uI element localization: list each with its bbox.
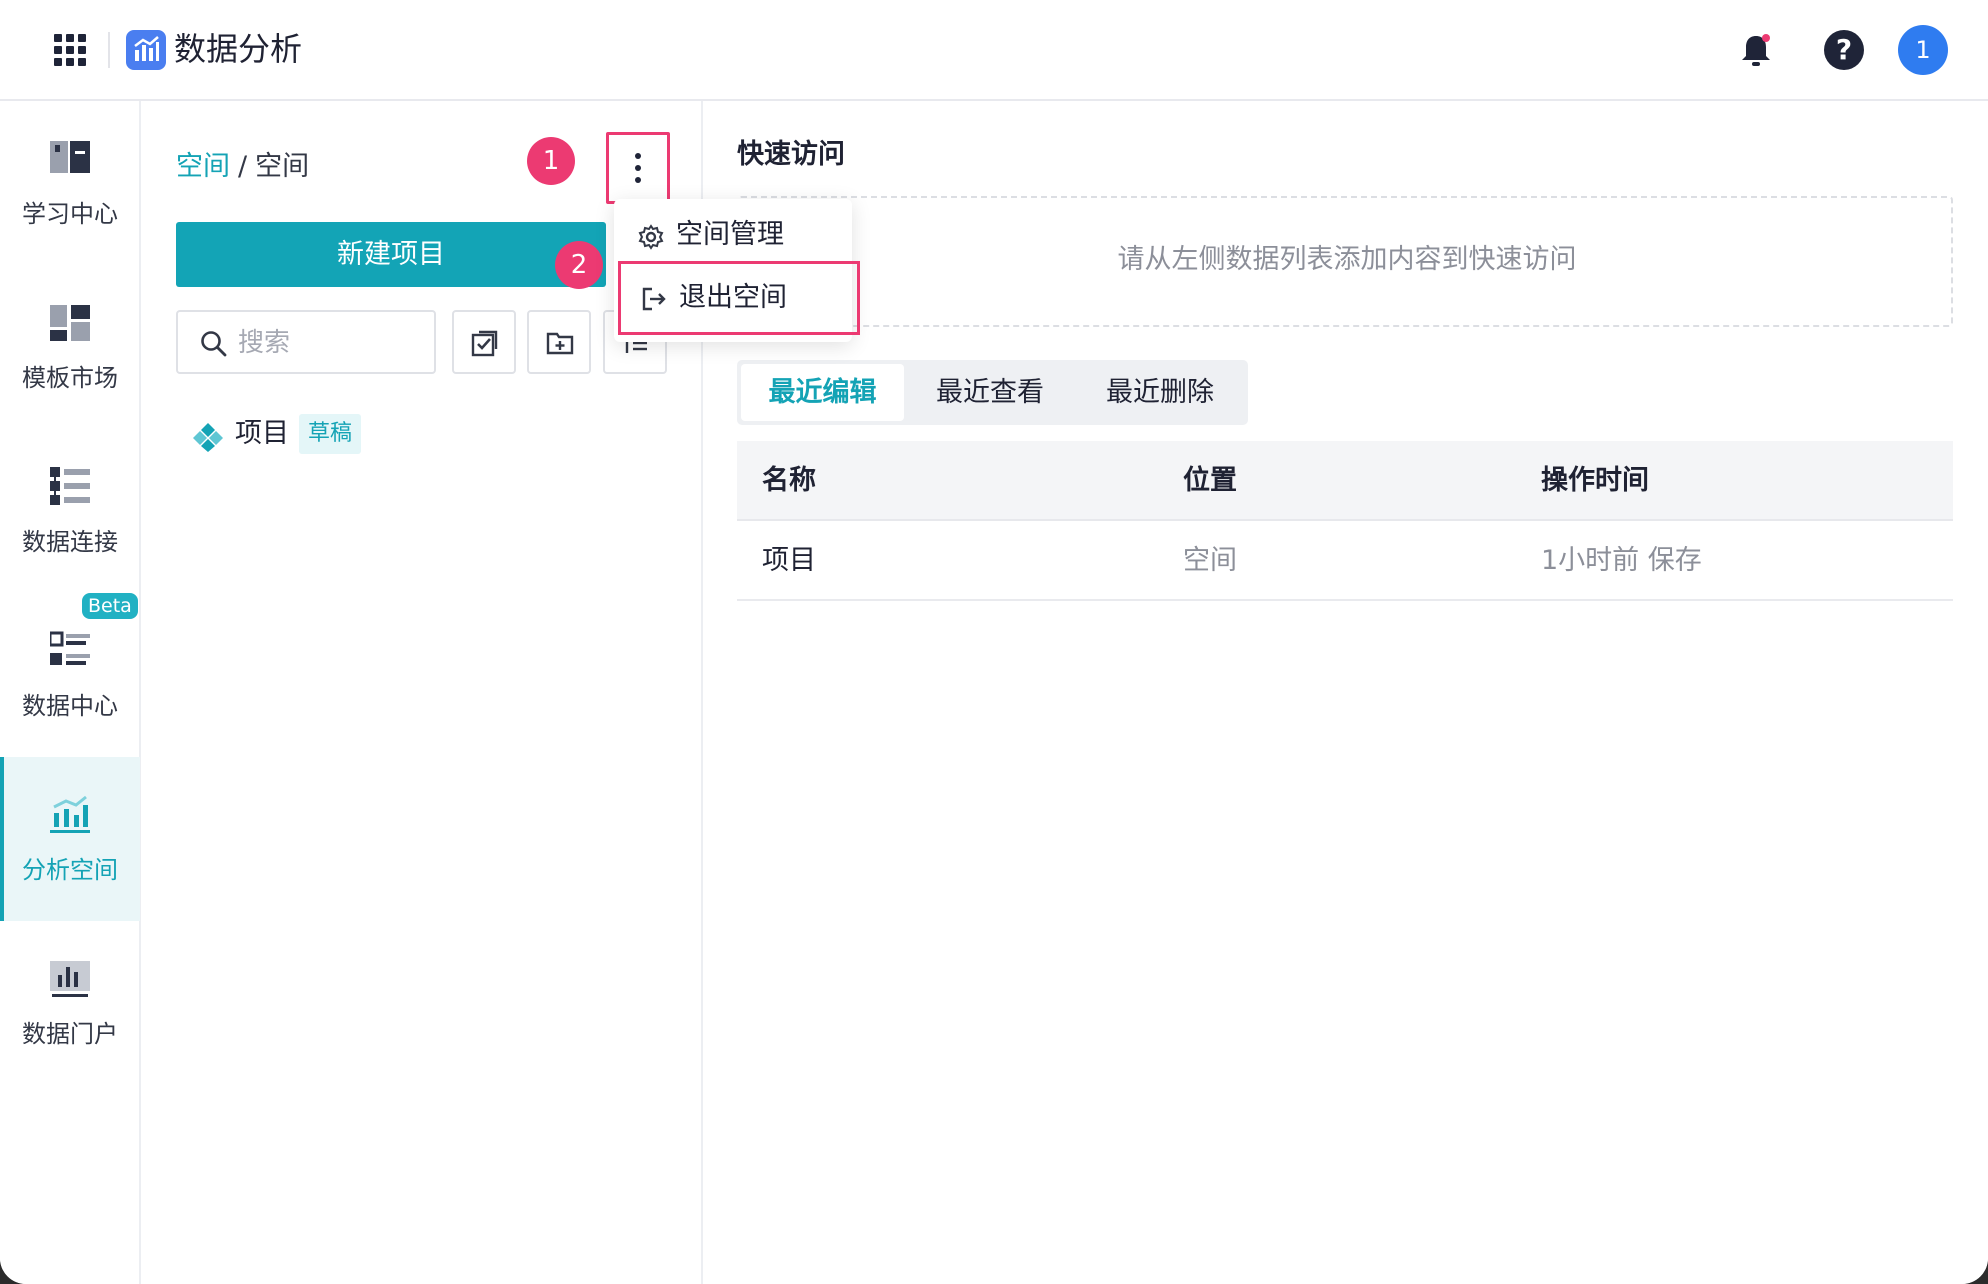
step-badge-1: 1 [527,137,575,185]
nav-item-learning-center[interactable]: 学习中心 [0,101,140,265]
tab-recent-edit[interactable]: 最近编辑 [741,364,904,421]
cell-name: 项目 [762,545,816,576]
cell-location: 空间 [1183,545,1237,576]
breadcrumb-current: 空间 [255,151,310,182]
main-content: 快速访问 请从左侧数据列表添加内容到快速访问 最近编辑 最近查看 最近删除 名称… [703,101,1988,1284]
column-header-location: 位置 [1183,465,1237,496]
question-icon[interactable]: ? [1824,30,1864,70]
recent-table: 名称 位置 操作时间 项目 空间 1小时前 保存 [737,441,1953,601]
data-center-icon [50,631,90,665]
data-connect-icon [50,467,90,505]
beta-badge: Beta [82,593,138,619]
new-project-button[interactable]: 新建项目 [176,222,606,287]
quick-access-dropzone: 请从左侧数据列表添加内容到快速访问 [737,196,1953,327]
recent-tabs: 最近编辑 最近查看 最近删除 [737,360,1248,425]
column-header-time: 操作时间 [1541,465,1649,496]
breadcrumb-separator: / [238,151,248,182]
template-icon [50,305,90,341]
avatar[interactable]: 1 [1898,25,1948,75]
grid-icon[interactable] [54,34,86,66]
top-bar: 数据分析 ? 1 [0,0,1988,101]
table-row[interactable]: 项目 空间 1小时前 保存 [737,521,1953,601]
checkbox-icon [471,330,498,357]
nav-item-data-center[interactable]: Beta 数据中心 [0,593,140,757]
more-options-menu: 空间管理 退出空间 [614,199,860,342]
nav-item-template-market[interactable]: 模板市场 [0,265,140,429]
project-icon [193,423,223,452]
nav-label: 分析空间 [22,856,118,884]
cell-time: 1小时前 保存 [1541,545,1702,576]
step-badge-2: 2 [555,241,603,289]
app-title: 数据分析 [174,30,303,68]
search-box[interactable] [176,310,436,374]
tree-item-label: 项目 [235,418,289,449]
nav-label: 数据连接 [22,528,118,556]
menu-item-label: 空间管理 [676,219,784,250]
search-icon [201,331,227,357]
book-icon [50,141,90,173]
breadcrumb: 空间 / 空间 [176,149,309,185]
breadcrumb-link[interactable]: 空间 [176,151,230,182]
search-input[interactable] [238,322,428,364]
portal-icon [50,961,90,997]
nav-label: 数据中心 [22,692,118,720]
nav-label: 模板市场 [22,364,118,392]
nav-label: 数据门户 [22,1020,118,1048]
quick-access-hint: 请从左侧数据列表添加内容到快速访问 [1117,244,1577,275]
app-logo-icon [126,30,166,70]
more-options-button[interactable] [606,132,670,204]
nav-item-data-connect[interactable]: 数据连接 [0,429,140,593]
menu-item-space-management[interactable]: 空间管理 [614,205,852,267]
nav-item-analysis-space[interactable]: 分析空间 [0,757,140,921]
batch-select-button[interactable] [452,310,516,374]
menu-item-leave-space[interactable]: 退出空间 [618,261,860,335]
logout-icon [642,287,666,311]
nav-item-data-portal[interactable]: 数据门户 [0,921,140,1085]
folder-add-icon [546,332,574,355]
bell-icon[interactable] [1736,30,1776,70]
quick-access-title: 快速访问 [737,139,845,170]
column-header-name: 名称 [762,465,816,496]
table-header: 名称 位置 操作时间 [737,441,1953,521]
nav-label: 学习中心 [22,200,118,228]
draft-badge: 草稿 [299,414,362,454]
app-window: 数据分析 ? 1 学习中心 模板市场 数据连接 Beta 数据中心 分析空间 数… [0,0,1988,1284]
tab-recent-view[interactable]: 最近查看 [910,364,1070,421]
menu-item-label: 退出空间 [679,282,787,313]
tab-recent-delete[interactable]: 最近删除 [1080,364,1240,421]
new-folder-button[interactable] [527,310,591,374]
divider [108,32,110,68]
analysis-icon [50,795,90,833]
gear-icon [638,224,664,250]
side-nav: 学习中心 模板市场 数据连接 Beta 数据中心 分析空间 数据门户 [0,101,141,1284]
